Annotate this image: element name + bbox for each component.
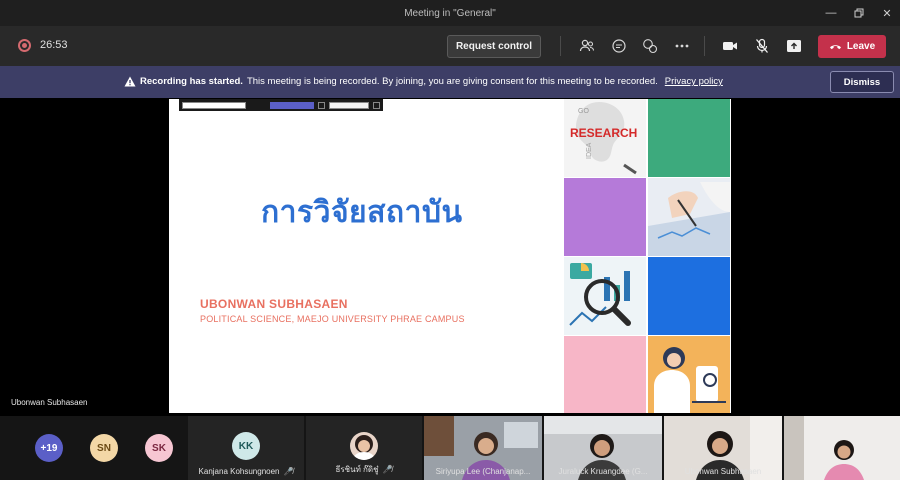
participant-video bbox=[784, 416, 900, 480]
share-screen-icon[interactable] bbox=[785, 37, 803, 55]
shared-screen-stage: การวิจัยสถาบัน UBONWAN SUBHASAEN POLITIC… bbox=[0, 98, 900, 416]
chat-icon[interactable] bbox=[610, 37, 628, 55]
avatar: KK bbox=[232, 432, 260, 460]
svg-text:GO: GO bbox=[578, 108, 589, 115]
participant-name: Juraluck Kruangdee (G... bbox=[558, 467, 648, 476]
reactions-icon[interactable] bbox=[641, 37, 659, 55]
recording-icon bbox=[18, 39, 31, 52]
request-control-button[interactable]: Request control bbox=[447, 35, 541, 58]
pink-tile bbox=[564, 336, 646, 413]
close-share-bar-icon[interactable] bbox=[373, 101, 380, 109]
mic-muted-icon: 🎤̸ bbox=[382, 465, 393, 474]
phone-hangup-icon bbox=[829, 45, 841, 50]
toolbar-divider bbox=[560, 36, 561, 56]
banner-message: This meeting is being recorded. By joini… bbox=[246, 76, 658, 87]
participant-name-text: Kanjana Kohsungnoen bbox=[198, 467, 280, 476]
meeting-toolbar: 26:53 Request control Leave bbox=[0, 26, 900, 66]
meeting-timer: 26:53 bbox=[40, 39, 68, 51]
camera-icon[interactable] bbox=[721, 37, 739, 55]
more-participants-badge[interactable]: +19 bbox=[35, 434, 63, 462]
participant-video-tile[interactable]: Juraluck Kruangdee (G... bbox=[544, 416, 662, 480]
research-word-cloud-image: GO IDEA RESEARCH bbox=[564, 99, 646, 177]
participant-tile[interactable]: ธีรชินท์ ก๊ดิชู๋ 🎤̸ bbox=[306, 416, 422, 480]
banner-title: Recording has started. bbox=[140, 76, 243, 87]
presenter-name-label: Ubonwan Subhasaen bbox=[11, 398, 88, 407]
mic-muted-icon: 🎤̸ bbox=[283, 467, 294, 476]
participant-name: Kanjana Kohsungnoen 🎤̸ bbox=[188, 467, 304, 476]
avatar[interactable]: SN bbox=[90, 434, 118, 462]
avatar[interactable]: SK bbox=[145, 434, 173, 462]
participant-tile[interactable]: KK Kanjana Kohsungnoen 🎤̸ bbox=[188, 416, 304, 480]
participant-name: Ubonwan Subhasaen bbox=[684, 467, 762, 476]
share-info-field bbox=[182, 101, 246, 109]
restore-icon[interactable] bbox=[852, 6, 866, 20]
slide-title: การวิจัยสถาบัน bbox=[261, 195, 463, 230]
privacy-policy-link[interactable]: Privacy policy bbox=[665, 76, 723, 87]
window-controls: — ✕ bbox=[824, 0, 894, 26]
leave-button-label: Leave bbox=[846, 41, 876, 52]
avatar bbox=[350, 432, 378, 460]
purple-tile bbox=[564, 178, 646, 256]
participant-name: ธีรชินท์ ก๊ดิชู๋ 🎤̸ bbox=[306, 463, 422, 476]
green-tile bbox=[648, 99, 730, 177]
svg-text:IDEA: IDEA bbox=[586, 142, 593, 159]
research-word: RESEARCH bbox=[570, 126, 637, 140]
title-bar: Meeting in "General" — ✕ bbox=[0, 0, 900, 26]
stop-presenting-button[interactable] bbox=[329, 101, 369, 109]
participant-name-text: ธีรชินท์ ก๊ดิชู๋ bbox=[335, 465, 379, 474]
banner-text: Recording has started. This meeting is b… bbox=[124, 76, 723, 87]
participant-video-tile[interactable] bbox=[784, 416, 900, 480]
participant-video-tile[interactable]: Ubonwan Subhasaen bbox=[664, 416, 782, 480]
participant-video-tile[interactable]: Siriyupa Lee (Chanjanap... bbox=[424, 416, 542, 480]
dismiss-button[interactable]: Dismiss bbox=[830, 71, 894, 93]
screen-share-toolbar bbox=[179, 99, 383, 111]
teams-meeting-window: Meeting in "General" — ✕ 26:53 Request c… bbox=[0, 0, 900, 480]
more-options-icon[interactable] bbox=[673, 37, 691, 55]
magnifier-chart-image bbox=[564, 257, 646, 335]
toolbar-divider bbox=[704, 36, 705, 56]
warning-icon bbox=[124, 76, 136, 87]
slide-author: UBONWAN SUBHASAEN bbox=[200, 297, 348, 311]
pause-icon[interactable] bbox=[318, 101, 325, 109]
leave-button[interactable]: Leave bbox=[818, 35, 886, 58]
give-control-button[interactable] bbox=[270, 101, 314, 109]
blue-tile bbox=[648, 257, 730, 335]
participant-name: Siriyupa Lee (Chanjanap... bbox=[435, 467, 531, 476]
writing-photo bbox=[648, 178, 730, 256]
mic-muted-icon[interactable] bbox=[753, 37, 771, 55]
slide-affiliation: POLITICAL SCIENCE, MAEJO UNIVERSITY PHRA… bbox=[200, 314, 465, 324]
recording-banner: Recording has started. This meeting is b… bbox=[0, 66, 900, 98]
participants-strip: +19 SN SK KK Kanjana Kohsungnoen 🎤̸ ธีรชิ… bbox=[0, 416, 900, 480]
close-icon[interactable]: ✕ bbox=[880, 6, 894, 20]
presentation-slide: การวิจัยสถาบัน UBONWAN SUBHASAEN POLITIC… bbox=[169, 99, 731, 413]
window-title: Meeting in "General" bbox=[404, 7, 496, 19]
participants-icon[interactable] bbox=[578, 37, 596, 55]
minimize-icon[interactable]: — bbox=[824, 6, 838, 20]
scientist-illustration bbox=[648, 336, 730, 413]
